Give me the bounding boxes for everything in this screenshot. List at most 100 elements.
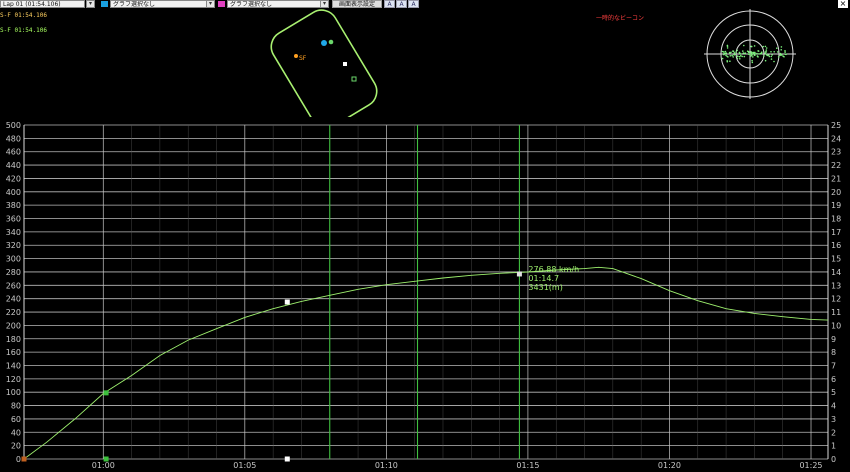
y-right-tick-label: 13 (831, 281, 841, 290)
g-sample-point (765, 47, 768, 49)
y-right-tick-label: 23 (831, 148, 841, 157)
g-sample-point (738, 55, 741, 58)
g-sample-point (721, 57, 724, 60)
track-map[interactable]: SF (0, 9, 648, 117)
chart-marker (21, 456, 27, 462)
g-force-panel (700, 9, 800, 117)
y-left-tick-label: 100 (6, 388, 21, 397)
y-left-tick-label: 20 (11, 442, 21, 451)
g-sample-point (736, 55, 738, 57)
g-sample-point (732, 50, 734, 52)
y-left-tick-label: 380 (6, 201, 21, 210)
g-sample-point (773, 60, 775, 63)
g-sample-point (754, 54, 756, 56)
y-left-tick-label: 120 (6, 375, 21, 384)
g-sample-point (762, 45, 764, 48)
chart-markers (21, 271, 522, 462)
x-tick-label: 01:20 (658, 461, 681, 470)
y-right-tick-label: 9 (831, 335, 836, 344)
y-right-tick-label: 25 (831, 121, 841, 130)
y-left-tick-label: 60 (11, 415, 21, 424)
graph-select-1-arrow[interactable]: ▾ (206, 0, 215, 8)
g-sample-point (729, 55, 732, 57)
y-right-tick-label: 4 (831, 402, 836, 411)
g-sample-point (764, 51, 767, 53)
g-sample-point (780, 46, 783, 48)
g-sample-point (751, 53, 753, 56)
g-sample-point (777, 56, 780, 58)
y-left-tick-label: 200 (6, 321, 21, 330)
g-sample-point (736, 57, 739, 60)
y-left-tick-label: 300 (6, 255, 21, 264)
graph-select-2[interactable]: グラフ選択なし (227, 0, 327, 8)
g-sample-point (733, 52, 736, 54)
speed-series-line (23, 266, 829, 460)
g-sample-point (782, 55, 784, 57)
g-force-circle (704, 9, 796, 99)
y-left-tick-label: 180 (6, 335, 21, 344)
y-axis-right-labels: 0123456789101112131415161718192021222324… (831, 121, 841, 464)
g-sample-point (770, 58, 773, 60)
g-sample-point (764, 45, 767, 48)
speed-chart[interactable]: 0204060801001201401601802002202402602803… (0, 118, 850, 472)
chart-marker (284, 456, 290, 462)
y-right-tick-label: 15 (831, 255, 841, 264)
x-tick-label: 01:00 (92, 461, 115, 470)
start-finish-marker (294, 54, 298, 58)
g-sample-point (757, 50, 760, 52)
lap-dropdown-arrow[interactable]: ▾ (86, 0, 95, 8)
g-sample-point (736, 49, 738, 52)
car-position-marker-green (328, 39, 334, 45)
y-right-tick-label: 22 (831, 161, 841, 170)
g-sample-point (747, 53, 750, 55)
lap-selector[interactable]: Lap 01 (01:54.106) (0, 0, 85, 8)
track-outline (270, 9, 378, 117)
g-sample-point (751, 61, 754, 64)
font-small-icon[interactable]: A (384, 0, 395, 8)
g-sample-point (724, 50, 727, 53)
y-right-tick-label: 6 (831, 375, 836, 384)
y-left-tick-label: 500 (6, 121, 21, 130)
close-icon[interactable]: × (838, 0, 848, 8)
g-sample-point (733, 54, 735, 56)
y-left-tick-label: 220 (6, 308, 21, 317)
g-sample-point (735, 51, 737, 53)
y-left-tick-label: 240 (6, 295, 21, 304)
g-sample-point (780, 49, 782, 51)
g-sample-point (743, 44, 745, 47)
temporary-beacon-label[interactable]: 一時的なビーコン (596, 13, 644, 22)
y-right-tick-label: 24 (831, 134, 841, 143)
y-left-tick-label: 460 (6, 148, 21, 157)
y-left-tick-label: 140 (6, 361, 21, 370)
y-right-tick-label: 19 (831, 201, 841, 210)
g-sample-point (770, 55, 773, 58)
g-sample-point (784, 53, 787, 56)
y-right-tick-label: 7 (831, 361, 836, 370)
g-sample-point (750, 51, 752, 53)
g-sample-point (776, 51, 779, 53)
y-right-tick-label: 8 (831, 348, 836, 357)
y-left-tick-label: 0 (16, 455, 21, 464)
y-right-tick-label: 10 (831, 321, 841, 330)
y-left-tick-label: 340 (6, 228, 21, 237)
y-right-tick-label: 0 (831, 455, 836, 464)
g-sample-point (732, 56, 734, 58)
g-sample-point (770, 51, 772, 53)
y-right-tick-label: 2 (831, 428, 836, 437)
y-left-tick-label: 420 (6, 174, 21, 183)
g-sample-point (751, 59, 753, 62)
chart-marker (103, 456, 109, 462)
display-settings-button[interactable]: 画面表示設定 (332, 0, 382, 8)
g-sample-point (738, 52, 741, 54)
g-sample-point (753, 51, 755, 54)
font-medium-icon[interactable]: A (396, 0, 407, 8)
graph-select-2-arrow[interactable]: ▾ (320, 0, 329, 8)
y-left-tick-label: 400 (6, 188, 21, 197)
g-sample-point (773, 51, 775, 53)
x-tick-label: 01:25 (799, 461, 822, 470)
y-right-tick-label: 21 (831, 174, 841, 183)
graph-select-1[interactable]: グラフ選択なし (110, 0, 210, 8)
font-large-icon[interactable]: A (408, 0, 419, 8)
y-left-tick-label: 480 (6, 134, 21, 143)
g-sample-point (784, 50, 786, 52)
